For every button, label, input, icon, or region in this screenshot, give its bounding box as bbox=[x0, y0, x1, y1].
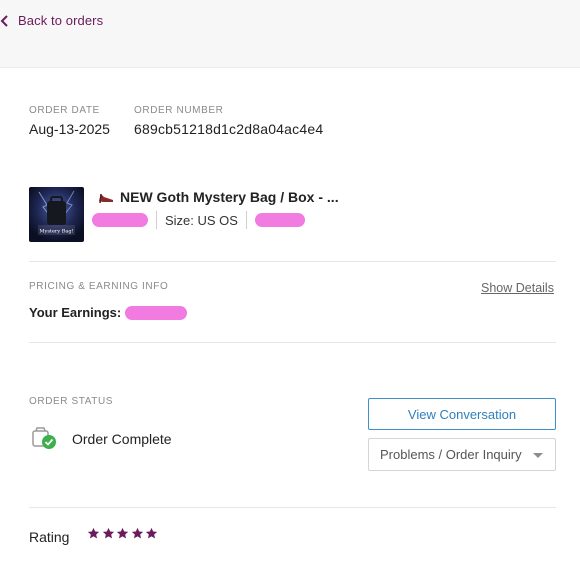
item-meta: Size: US OS bbox=[92, 210, 305, 230]
caret-down-icon bbox=[533, 453, 543, 458]
section-divider bbox=[29, 342, 556, 343]
order-date-value: Aug-13-2025 bbox=[29, 121, 110, 137]
order-status-value: Order Complete bbox=[72, 431, 172, 447]
item-thumbnail-image: Mystery Bag! bbox=[29, 187, 84, 242]
order-status-label: ORDER STATUS bbox=[29, 396, 114, 407]
star-icon bbox=[116, 527, 129, 539]
meta-separator bbox=[245, 211, 247, 229]
thumbnail-caption: Mystery Bag! bbox=[39, 229, 73, 235]
redacted-username bbox=[254, 213, 305, 227]
problems-inquiry-label: Problems / Order Inquiry bbox=[380, 447, 522, 462]
pricing-label: PRICING & EARNING INFO bbox=[29, 281, 169, 292]
order-complete-icon bbox=[32, 427, 56, 449]
high-heel-icon bbox=[99, 193, 113, 204]
item-title-text: NEW Goth Mystery Bag / Box - ... bbox=[120, 189, 339, 205]
item-size: Size: US OS bbox=[165, 212, 238, 228]
earnings-label: Your Earnings: bbox=[29, 305, 122, 320]
redacted-price bbox=[92, 213, 148, 227]
item-title[interactable]: NEW Goth Mystery Bag / Box - ... bbox=[97, 189, 339, 205]
star-icon bbox=[131, 527, 143, 539]
rating-stars bbox=[87, 527, 160, 540]
star-icon bbox=[145, 527, 158, 539]
back-to-orders-link[interactable]: Back to orders bbox=[0, 13, 103, 28]
order-number-value: 689cb51218d1c2d8a04ac4e4 bbox=[134, 121, 324, 137]
star-icon bbox=[102, 527, 114, 539]
rating-label: Rating bbox=[29, 529, 70, 545]
meta-separator bbox=[156, 211, 157, 229]
top-bar: Back to orders bbox=[0, 0, 580, 68]
section-divider bbox=[29, 261, 556, 262]
earnings-row: Your Earnings: bbox=[29, 305, 188, 320]
order-date-label: ORDER DATE bbox=[29, 105, 100, 116]
item-thumbnail[interactable]: Mystery Bag! bbox=[29, 187, 84, 242]
order-number-label: ORDER NUMBER bbox=[134, 105, 224, 116]
star-icon bbox=[87, 527, 100, 539]
show-details-link[interactable]: Show Details bbox=[481, 281, 554, 295]
problems-inquiry-dropdown[interactable]: Problems / Order Inquiry bbox=[368, 438, 556, 471]
chevron-left-icon bbox=[0, 14, 8, 27]
section-divider bbox=[29, 507, 556, 508]
view-conversation-button[interactable]: View Conversation bbox=[368, 398, 556, 430]
back-label: Back to orders bbox=[18, 13, 104, 28]
redacted-earnings bbox=[125, 305, 188, 320]
